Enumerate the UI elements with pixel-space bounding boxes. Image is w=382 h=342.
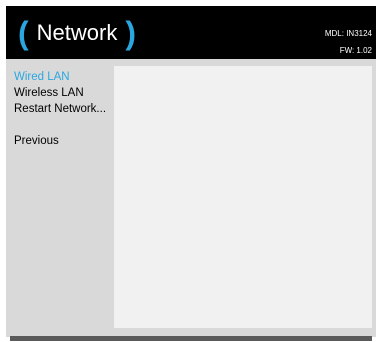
header-bar: ( Network ) MDL: IN3124 FW: 1.02 — [6, 6, 376, 59]
page-title: ( Network ) — [18, 14, 136, 52]
network-menu: Wired LAN Wireless LAN Restart Network..… — [14, 69, 110, 149]
menu-spacer — [14, 117, 110, 133]
menu-item-wired-lan[interactable]: Wired LAN — [14, 69, 110, 85]
model-number: MDL: IN3124 — [324, 29, 372, 38]
bottom-shadow-bar — [10, 336, 372, 341]
firmware-version: FW: 1.02 — [339, 46, 372, 55]
menu-item-restart-network[interactable]: Restart Network... — [14, 101, 110, 117]
menu-area: Wired LAN Wireless LAN Restart Network..… — [6, 59, 376, 337]
menu-item-previous[interactable]: Previous — [14, 133, 110, 149]
content-panel — [114, 66, 372, 328]
title-right-bracket: ) — [125, 15, 136, 51]
osd-window: ( Network ) MDL: IN3124 FW: 1.02 Wired L… — [6, 6, 376, 337]
title-text: Network — [36, 20, 118, 45]
title-left-bracket: ( — [18, 15, 29, 51]
menu-item-wireless-lan[interactable]: Wireless LAN — [14, 85, 110, 101]
